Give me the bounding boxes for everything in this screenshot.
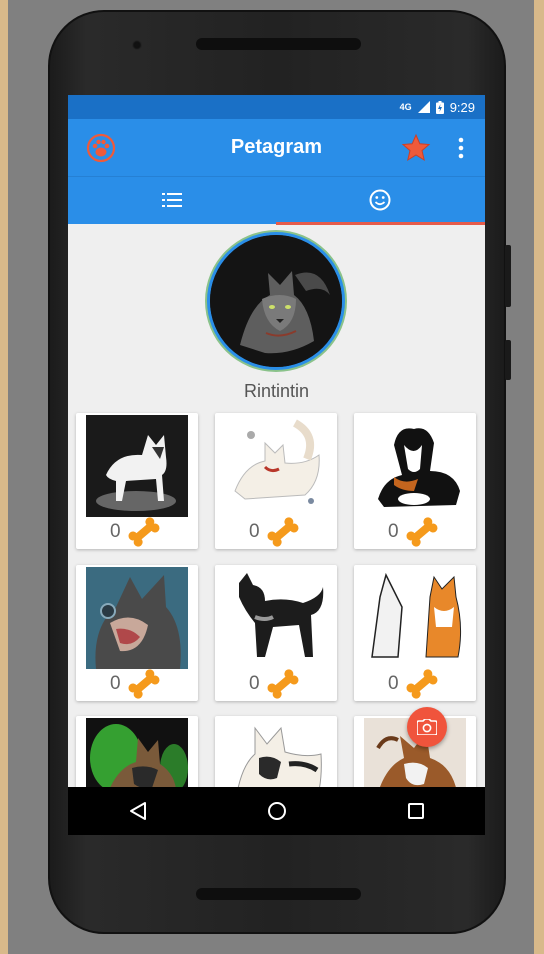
bone-icon[interactable] — [265, 515, 301, 549]
status-bar: 4G 9:29 — [68, 95, 485, 119]
photo-card[interactable]: 0 — [354, 565, 476, 701]
bone-icon[interactable] — [404, 515, 440, 549]
list-icon — [162, 193, 182, 207]
likes-count: 0 — [388, 673, 399, 694]
likes-count: 0 — [110, 673, 121, 694]
likes-count: 0 — [110, 521, 121, 542]
smiley-icon — [369, 189, 391, 211]
profile-name: Rintintin — [243, 381, 310, 401]
dog-photo — [86, 415, 188, 517]
home-circle-icon — [267, 802, 286, 820]
likes-count: 0 — [249, 673, 260, 694]
tab-profile[interactable] — [276, 177, 484, 223]
more-vert-icon[interactable] — [452, 135, 470, 161]
recents-button[interactable] — [356, 787, 476, 835]
star-icon[interactable] — [401, 133, 431, 163]
tab-indicator — [276, 222, 485, 225]
earpiece-speaker — [196, 38, 361, 50]
profile-photo[interactable] — [207, 232, 345, 370]
bone-icon[interactable] — [126, 515, 162, 549]
dog-photo — [364, 415, 466, 517]
bone-icon[interactable] — [126, 667, 162, 701]
recents-square-icon — [407, 803, 424, 819]
bottom-speaker — [196, 888, 361, 900]
back-button[interactable] — [78, 787, 198, 835]
dog-photo — [86, 567, 188, 669]
phone-screen: 4G 9:29 Petagram Rintintin 0 0 0 0 0 0 — [68, 95, 485, 835]
likes-count: 0 — [249, 521, 260, 542]
tab-list[interactable] — [68, 177, 276, 223]
photo-card[interactable]: 0 — [76, 565, 198, 701]
tab-bar — [68, 176, 485, 224]
volume-button — [505, 245, 511, 307]
dog-photo — [225, 415, 327, 517]
dog-photo — [364, 567, 466, 669]
clock: 9:29 — [449, 99, 475, 115]
bone-icon[interactable] — [404, 667, 440, 701]
power-button — [505, 340, 511, 380]
camera-icon — [417, 719, 437, 735]
likes-count: 0 — [388, 521, 399, 542]
battery-icon — [435, 100, 444, 114]
back-triangle-icon — [129, 802, 146, 820]
network-label: 4G — [399, 102, 412, 112]
photo-card[interactable]: 0 — [215, 413, 337, 549]
front-camera — [132, 40, 142, 50]
photo-card[interactable]: 0 — [215, 565, 337, 701]
navigation-bar — [68, 787, 485, 835]
photo-card[interactable]: 0 — [76, 413, 198, 549]
bone-icon[interactable] — [265, 667, 301, 701]
app-bar: Petagram — [68, 119, 485, 176]
photo-card[interactable]: 0 — [354, 413, 476, 549]
signal-icon — [417, 101, 430, 113]
dog-photo — [225, 567, 327, 669]
camera-fab[interactable] — [407, 707, 447, 747]
home-button[interactable] — [217, 787, 337, 835]
